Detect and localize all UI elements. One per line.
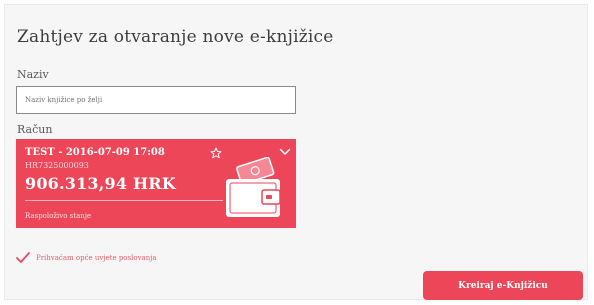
- account-divider: [25, 200, 223, 201]
- page-title: Zahtjev za otvaranje nove e-knjižice: [17, 27, 334, 47]
- account-label: Račun: [17, 123, 53, 136]
- star-icon[interactable]: [210, 147, 222, 159]
- account-iban: HR7325000093: [25, 161, 89, 170]
- chevron-down-icon[interactable]: [279, 147, 291, 157]
- terms-label: Prihvaćam opće uvjete poslovanja: [36, 254, 157, 262]
- name-input[interactable]: [16, 86, 296, 114]
- create-booklet-button[interactable]: Kreiraj e-Knjižicu: [423, 271, 583, 300]
- request-panel: Zahtjev za otvaranje nove e-knjižice Naz…: [4, 4, 588, 300]
- name-label: Naziv: [17, 68, 49, 81]
- account-name: TEST - 2016-07-09 17:08: [25, 147, 165, 158]
- wallet-icon: [226, 157, 281, 217]
- account-balance: 906.313,94 HRK: [25, 174, 176, 193]
- terms-checkbox[interactable]: Prihvaćam opće uvjete poslovanja: [16, 251, 157, 265]
- available-balance-label: Raspoloživo stanje: [25, 212, 92, 220]
- checkmark-icon: [16, 252, 30, 263]
- account-card[interactable]: TEST - 2016-07-09 17:08 HR7325000093 906…: [16, 139, 296, 228]
